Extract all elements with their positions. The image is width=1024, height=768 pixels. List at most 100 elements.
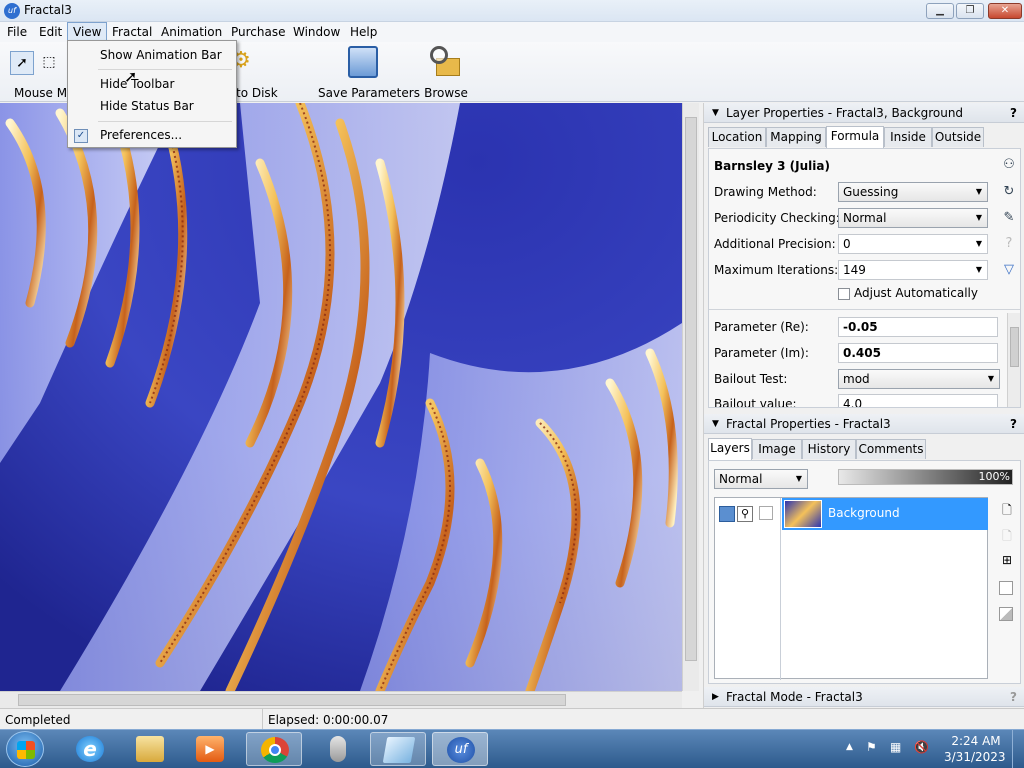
tab-image[interactable]: Image: [752, 439, 802, 459]
menu-show-animation-bar[interactable]: Show Animation Bar: [100, 48, 222, 62]
menu-hide-status-bar[interactable]: Hide Status Bar: [100, 99, 194, 113]
maximize-button[interactable]: ❐: [956, 3, 984, 19]
media-player-icon: ▶: [196, 736, 224, 762]
layer-icons-column: [715, 498, 781, 680]
tab-layers[interactable]: Layers: [708, 438, 752, 460]
adjust-auto-checkbox[interactable]: [838, 288, 850, 300]
layer-visible-icon[interactable]: [719, 506, 735, 522]
save-to-disk-button[interactable]: ⚙ to Disk: [228, 42, 288, 100]
menu-preferences[interactable]: Preferences...: [100, 128, 182, 142]
formula-scroll-thumb[interactable]: [1010, 327, 1019, 367]
browse-label: Browse: [424, 86, 468, 100]
menu-fractal[interactable]: Fractal: [107, 22, 157, 42]
taskbar-ultra-fractal[interactable]: uf: [432, 732, 488, 766]
show-desktop-button[interactable]: [1012, 730, 1024, 768]
taskbar-notes[interactable]: [370, 732, 426, 766]
horizontal-scroll-thumb[interactable]: [18, 694, 566, 706]
drawing-method-label: Drawing Method:: [714, 185, 817, 199]
network-icon[interactable]: ▦: [890, 740, 901, 754]
fractal-properties-header[interactable]: ▼ Fractal Properties - Fractal3 ?: [704, 414, 1024, 434]
fractal-mode-header[interactable]: ▶ Fractal Mode - Fractal3 ?: [704, 687, 1024, 707]
taskbar-media-player[interactable]: ▶: [182, 732, 238, 766]
menu-separator: [98, 121, 232, 122]
layer-properties-header[interactable]: ▼ Layer Properties - Fractal3, Backgroun…: [704, 103, 1024, 123]
precision-input[interactable]: 0 ▼: [838, 234, 988, 254]
browse-button[interactable]: Browse: [420, 42, 472, 100]
formula-scrollbar[interactable]: [1007, 313, 1020, 407]
tab-formula[interactable]: Formula: [826, 126, 884, 148]
flag-icon[interactable]: ⚑: [866, 740, 877, 754]
taskbar-explorer[interactable]: [122, 732, 178, 766]
volume-muted-icon[interactable]: 🔇: [914, 740, 929, 754]
save-parameters-button[interactable]: Save Parameters: [318, 42, 420, 100]
mouse-cursor-icon: ➚: [124, 67, 138, 86]
taskbar-chrome[interactable]: [246, 732, 302, 766]
fractal-tabs: Layers Image History Comments: [708, 438, 1021, 461]
edit-icon[interactable]: ✎: [1001, 210, 1017, 226]
bailout-value-label: Bailout value:: [714, 397, 797, 408]
menu-view[interactable]: View: [67, 22, 108, 42]
chevron-down-icon: ▼: [795, 474, 802, 483]
menu-help[interactable]: Help: [345, 22, 382, 42]
help-icon[interactable]: ?: [1010, 414, 1017, 434]
menu-separator: [98, 69, 232, 70]
tab-mapping[interactable]: Mapping: [766, 127, 826, 147]
tab-comments[interactable]: Comments: [856, 439, 926, 459]
close-button[interactable]: ✕: [988, 3, 1022, 19]
tab-inside[interactable]: Inside: [884, 127, 932, 147]
clock-time[interactable]: 2:24 AM: [950, 734, 1002, 748]
status-divider: [262, 709, 263, 730]
formula-browse-icon[interactable]: ⚇: [1001, 157, 1017, 173]
canvas-vertical-scrollbar[interactable]: [682, 103, 699, 691]
menu-animation[interactable]: Animation: [156, 22, 227, 42]
menu-file[interactable]: File: [2, 22, 32, 42]
start-button[interactable]: [6, 731, 44, 767]
layer-row-background[interactable]: Background: [782, 498, 988, 530]
fractal-canvas[interactable]: [0, 103, 682, 691]
blend-mode-select[interactable]: Normal ▼: [714, 469, 808, 489]
menu-purchase[interactable]: Purchase: [226, 22, 291, 42]
delete-layer-icon[interactable]: [999, 607, 1013, 621]
menu-edit[interactable]: Edit: [34, 22, 67, 42]
vertical-scroll-thumb[interactable]: [685, 117, 697, 661]
canvas-horizontal-scrollbar[interactable]: [0, 691, 682, 708]
iterations-value: 149: [843, 263, 866, 277]
magnifier-icon[interactable]: ⚲: [737, 506, 753, 522]
duplicate-layer-icon[interactable]: 🗋: [999, 527, 1015, 543]
refresh-icon[interactable]: ↻: [1001, 184, 1017, 200]
layer-mask-checkbox[interactable]: [759, 506, 773, 520]
periodicity-select[interactable]: Normal ▼: [838, 208, 988, 228]
app-icon: uf: [4, 3, 20, 19]
taskbar-mouse-app[interactable]: [310, 732, 366, 766]
taskbar-ie[interactable]: e: [62, 732, 118, 766]
help-icon[interactable]: ?: [1010, 687, 1017, 707]
layer-tabs: Location Mapping Formula Inside Outside: [708, 126, 1021, 150]
new-layer-icon[interactable]: 🗋: [999, 501, 1015, 517]
iterations-label: Maximum Iterations:: [714, 263, 839, 277]
layer-thumbnail: [784, 500, 822, 528]
formula-name: Barnsley 3 (Julia): [714, 159, 830, 173]
triangle-down-icon[interactable]: ▽: [1001, 262, 1017, 278]
add-mask-icon[interactable]: ⊞: [999, 553, 1015, 569]
menu-window[interactable]: Window: [288, 22, 345, 42]
tab-outside[interactable]: Outside: [932, 127, 984, 147]
param-im-input[interactable]: 0.405: [838, 343, 998, 363]
clock-date[interactable]: 3/31/2023: [944, 750, 1006, 764]
param-re-input[interactable]: -0.05: [838, 317, 998, 337]
minimize-button[interactable]: ▁: [926, 3, 954, 19]
bailout-value-input[interactable]: 4.0: [838, 394, 998, 407]
bailout-test-select[interactable]: mod ▼: [838, 369, 1000, 389]
drawing-method-select[interactable]: Guessing ▼: [838, 182, 988, 202]
ie-icon: e: [76, 736, 104, 762]
tab-location[interactable]: Location: [708, 127, 766, 147]
help-icon[interactable]: ?: [1010, 103, 1017, 123]
show-hidden-icons[interactable]: ▲: [846, 742, 853, 752]
notepad-icon: [382, 737, 416, 763]
drawing-method-value: Guessing: [843, 185, 899, 199]
iterations-input[interactable]: 149 ▼: [838, 260, 988, 280]
tab-history[interactable]: History: [802, 439, 856, 459]
opacity-slider[interactable]: 100%: [838, 469, 1013, 485]
fractal-properties-title: Fractal Properties - Fractal3: [726, 417, 891, 431]
layer-box-icon[interactable]: [999, 581, 1013, 595]
properties-panel: ▼ Layer Properties - Fractal3, Backgroun…: [703, 103, 1024, 708]
